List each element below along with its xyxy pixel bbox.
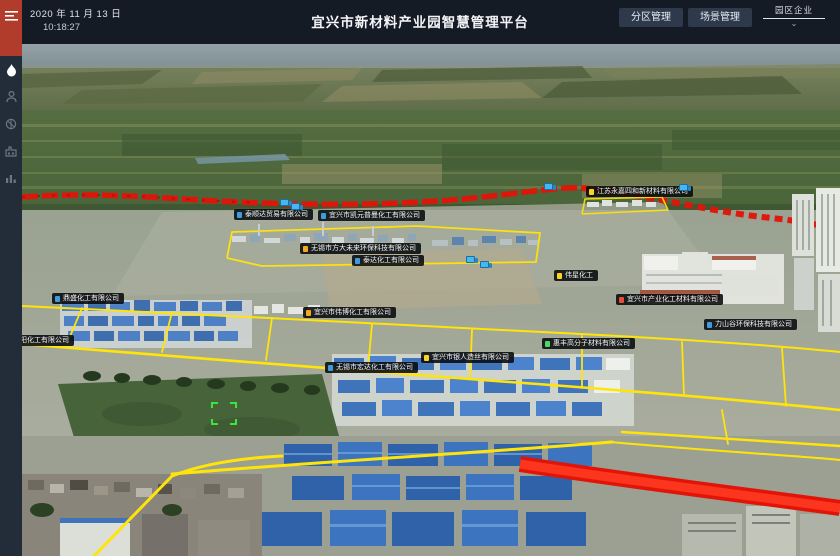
truck-icon[interactable] <box>544 183 556 190</box>
company-label-text: 江苏永嘉四和新材料有限公司 <box>597 186 688 197</box>
park-enterprise-dropdown[interactable]: 园区企业 ⌄ <box>761 4 827 28</box>
truck-icon[interactable] <box>466 256 478 263</box>
globe-icon[interactable] <box>0 114 22 134</box>
company-marker-icon <box>328 365 333 371</box>
company-marker-icon <box>355 258 360 264</box>
company-marker-icon <box>557 273 562 279</box>
company-label[interactable]: 江苏永嘉四和新材料有限公司 <box>586 186 693 197</box>
company-label-text: 无锡市方大未来环保科技有限公司 <box>311 243 416 254</box>
truck-icon[interactable] <box>291 203 303 210</box>
company-label-text: 泰达化工有限公司 <box>363 255 419 266</box>
company-label[interactable]: 惠丰高分子材料有限公司 <box>542 338 635 349</box>
company-marker-icon <box>545 341 550 347</box>
dropdown-label: 园区企业 <box>761 4 827 16</box>
factory-icon[interactable] <box>0 141 22 161</box>
company-label-text: 力山谷环保科技有限公司 <box>715 319 792 330</box>
top-header-bar: 2020 年 11 月 13 日 10:18:27 宜兴市新材料产业园智慧管理平… <box>0 0 840 44</box>
company-label-text: 惠丰高分子材料有限公司 <box>553 338 630 349</box>
left-toolbar <box>0 0 22 556</box>
hamburger-icon[interactable] <box>0 6 22 26</box>
company-label-text: 宜兴市银人造丝有限公司 <box>432 352 509 363</box>
truck-icon[interactable] <box>480 261 492 268</box>
selection-target-box[interactable] <box>211 402 237 425</box>
company-label[interactable]: 宜兴市产业化工材料有限公司 <box>616 294 723 305</box>
company-label[interactable]: 无锡市宏达化工有限公司 <box>325 362 418 373</box>
company-marker-icon <box>424 355 429 361</box>
person-icon[interactable] <box>0 87 22 107</box>
company-label[interactable]: 宜兴市凯元普曼化工有限公司 <box>318 210 425 221</box>
company-label-text: 宜兴市伟博化工有限公司 <box>314 307 391 318</box>
company-marker-icon <box>55 296 60 302</box>
company-label-text: 宜兴市凯元普曼化工有限公司 <box>329 210 420 221</box>
company-marker-icon <box>237 212 242 218</box>
zone-manage-button[interactable]: 分区管理 <box>619 8 683 27</box>
company-label[interactable]: 伟星化工 <box>554 270 598 281</box>
company-label-text: 鼎盛化工有限公司 <box>63 293 119 304</box>
company-marker-icon <box>589 189 594 195</box>
company-label-text: 宜兴市产业化工材料有限公司 <box>627 294 718 305</box>
company-marker-icon <box>306 310 311 316</box>
company-label[interactable]: 宜兴市银人造丝有限公司 <box>421 352 514 363</box>
company-label[interactable]: 泰顺达贸易有限公司 <box>234 209 313 220</box>
company-label[interactable]: 宜兴市伟博化工有限公司 <box>303 307 396 318</box>
truck-icon[interactable] <box>679 184 691 191</box>
company-label[interactable]: 泰达化工有限公司 <box>352 255 424 266</box>
app-window: 泰顺达贸易有限公司 宜兴市凯元普曼化工有限公司无锡市方大未来环保科技有限公司泰达化… <box>0 0 840 556</box>
flame-icon[interactable] <box>0 60 22 80</box>
company-label[interactable]: 无锡市方大未来环保科技有限公司 <box>300 243 421 254</box>
company-marker-icon <box>303 246 308 252</box>
chevron-down-icon: ⌄ <box>761 20 827 28</box>
company-label-text: 无锡市宏达化工有限公司 <box>336 362 413 373</box>
scene-manage-button[interactable]: 场景管理 <box>688 8 752 27</box>
company-marker-icon <box>707 322 712 328</box>
company-marker-icon <box>619 297 624 303</box>
company-label-text: 伟星化工 <box>565 270 593 281</box>
company-label[interactable]: 鼎盛化工有限公司 <box>52 293 124 304</box>
company-label[interactable]: 力山谷环保科技有限公司 <box>704 319 797 330</box>
company-label-text: 泰顺达贸易有限公司 <box>245 209 308 220</box>
bar-chart-icon[interactable] <box>0 168 22 188</box>
company-marker-icon <box>321 213 326 219</box>
